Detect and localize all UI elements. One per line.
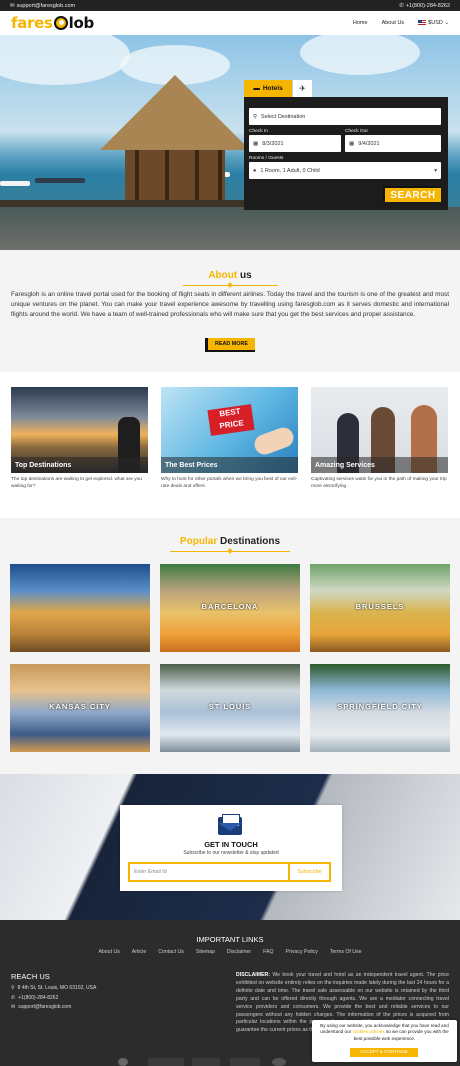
payment-logo-4: [230, 1058, 260, 1066]
main-navbar: fares lob Home About Us $USD ⌄: [0, 11, 460, 35]
checkout-field[interactable]: ▦ 9/4/2021: [345, 135, 441, 152]
envelope-icon: ✉: [11, 1004, 16, 1010]
us-flag-icon: [418, 20, 427, 26]
newsletter-subtitle: Subscribe to our newsletter & stay updat…: [183, 850, 279, 856]
newsletter-title: GET IN TOUCH: [204, 840, 258, 849]
payment-logo-1: [118, 1058, 128, 1066]
newsletter-email-input[interactable]: Enter Email Id: [128, 862, 288, 882]
destination-input[interactable]: ⚲ Select Destination: [249, 108, 441, 125]
destination-card-brussels[interactable]: BRUSSELS: [310, 564, 450, 652]
bed-icon: ▬: [253, 85, 260, 92]
destination-card-kansas-city[interactable]: KANSAS CITY: [10, 664, 150, 752]
cookie-policy-link[interactable]: cookies policies: [352, 1029, 384, 1034]
subscribe-button[interactable]: Subscribe: [288, 862, 331, 882]
popular-title: Popular Destinations: [179, 536, 281, 547]
footer-address: ⚲ 8 4th St, St. Louis, MO 63102, USA: [11, 985, 97, 991]
footer-link-terms[interactable]: Terms Of Use: [330, 949, 362, 955]
important-links-title: IMPORTANT LINKS: [196, 935, 264, 944]
payment-logo-3: [192, 1058, 220, 1066]
footer-phone[interactable]: ✆ +1(800)-284-8262: [11, 995, 58, 1001]
chevron-down-icon: ⌄: [444, 20, 449, 26]
nav-about[interactable]: About Us: [382, 20, 405, 26]
best-price-image: BEST PRICE The Best Prices: [161, 387, 298, 473]
map-marker-icon: ⚲: [11, 985, 15, 991]
footer-link-sitemap[interactable]: Sitemap: [196, 949, 215, 955]
footer-link-faq[interactable]: FAQ: [263, 949, 273, 955]
footer-link-disclaimer[interactable]: Disclaimer: [227, 949, 251, 955]
airplane-icon: ✈: [299, 84, 306, 93]
destinations-image: Top Destinations: [11, 387, 148, 473]
site-logo[interactable]: fares lob: [11, 14, 94, 32]
footer-link-privacy[interactable]: Privacy Policy: [286, 949, 318, 955]
rooms-label: Rooms / Guests: [249, 156, 284, 161]
cookie-banner: By using our website, you acknowledge th…: [312, 1020, 457, 1062]
about-paragraph: Faresgloh is an online travel portal use…: [11, 291, 449, 319]
about-title: About us: [208, 270, 252, 281]
tab-flights[interactable]: ✈: [293, 80, 312, 97]
currency-selector[interactable]: $USD ⌄: [418, 20, 449, 26]
payment-logo-5: [272, 1058, 286, 1066]
phone-icon: ✆: [399, 2, 404, 9]
rooms-guests-select[interactable]: ● 1 Room, 1 Adult, 0 Child ▾: [249, 162, 441, 179]
read-more-button[interactable]: READ MORE: [205, 338, 255, 352]
call-center-image: Amazing Services: [311, 387, 448, 473]
best-price-badge: BEST PRICE: [207, 404, 255, 436]
caret-down-icon: ▾: [434, 167, 437, 174]
tab-hotels[interactable]: ▬ Hotels: [244, 80, 292, 97]
footer-link-about[interactable]: About Us: [98, 949, 119, 955]
reach-us-title: REACH US: [11, 972, 50, 981]
checkin-label: Check In: [249, 129, 268, 134]
person-icon: ●: [253, 167, 257, 174]
top-contact-bar: ✉ support@faresglob.com ✆ +1(800)-284-8262: [0, 0, 460, 11]
globe-logo-icon: [53, 16, 68, 30]
service-card-destinations[interactable]: Top Destinations The top destinations ar…: [11, 387, 148, 490]
footer-link-article[interactable]: Article: [132, 949, 146, 955]
accept-cookies-button[interactable]: ACCEPT & CONTINUE: [350, 1048, 418, 1057]
calendar-icon: ▦: [349, 140, 355, 147]
destination-card-1[interactable]: [10, 564, 150, 652]
footer-links: About Us Article Contact Us Sitemap Disc…: [0, 949, 460, 955]
service-card-prices[interactable]: BEST PRICE The Best Prices Why to hunt fo…: [161, 387, 298, 490]
destination-card-barcelona[interactable]: BARCELONA: [160, 564, 300, 652]
checkout-label: Check Out: [345, 129, 368, 134]
envelope-icon: ✉: [10, 2, 15, 9]
footer-email[interactable]: ✉ support@faresglob.com: [11, 1004, 71, 1010]
nav-home[interactable]: Home: [353, 20, 368, 26]
payment-logo-2: [148, 1058, 184, 1066]
checkin-field[interactable]: ▦ 8/3/2021: [249, 135, 341, 152]
destination-card-st-louis[interactable]: ST LOUIS: [160, 664, 300, 752]
footer-link-contact[interactable]: Contact Us: [158, 949, 184, 955]
destination-card-springfield-city[interactable]: SPRINGFIELD CITY: [310, 664, 450, 752]
search-button[interactable]: SEARCH: [383, 186, 441, 202]
location-pin-icon: ⚲: [253, 113, 258, 120]
topbar-email[interactable]: ✉ support@faresglob.com: [10, 3, 75, 9]
newsletter-mail-icon: [218, 814, 242, 835]
service-card-services[interactable]: Amazing Services Captivating services wa…: [311, 387, 448, 490]
topbar-phone[interactable]: ✆ +1(800)-284-8262: [399, 3, 450, 9]
phone-icon: ✆: [11, 995, 16, 1001]
calendar-icon: ▦: [253, 140, 259, 147]
